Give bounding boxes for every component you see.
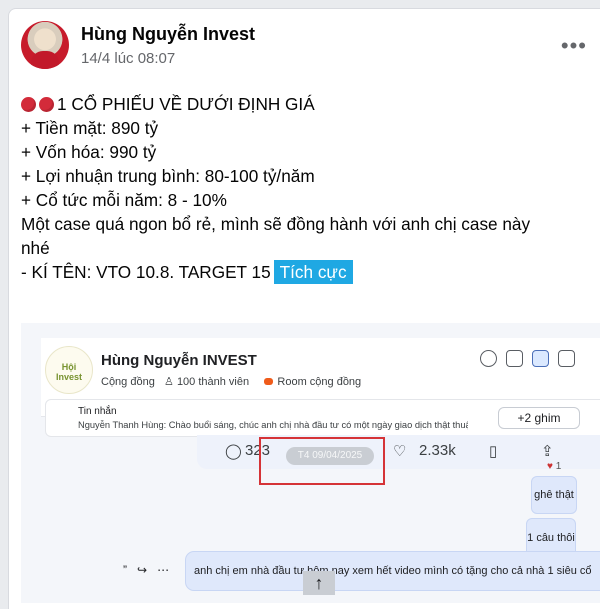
video-icon[interactable]: [506, 350, 523, 368]
post-card: Hùng Nguyễn Invest 14/4 lúc 08:07 ••• 1 …: [8, 8, 600, 609]
content-line: + Lợi nhuận trung bình: 80-100 tỷ/năm: [21, 166, 315, 186]
attached-screenshot[interactable]: Hùng Nguyễn INVEST Cộng đồng ♙ 100 thành…: [21, 323, 600, 603]
community-label: Cộng đồng: [101, 376, 155, 388]
group-title: Hùng Nguyễn INVEST: [101, 352, 257, 369]
content-line: nhé: [21, 238, 50, 258]
room-icon: [264, 378, 274, 385]
reaction-count: 1: [555, 461, 562, 472]
avatar[interactable]: [21, 21, 69, 69]
bookmark-icon[interactable]: ▯: [489, 442, 497, 460]
content-line: + Cổ tức mỗi năm: 8 - 10%: [21, 190, 227, 210]
more-options-icon[interactable]: •••: [561, 33, 587, 59]
content-line: + Vốn hóa: 990 tỷ: [21, 142, 157, 162]
post-header: Hùng Nguyễn Invest 14/4 lúc 08:07 •••: [21, 21, 586, 81]
more-icon[interactable]: ⋯: [157, 563, 179, 577]
post-timestamp[interactable]: 14/4 lúc 08:07: [81, 50, 175, 67]
sentiment-tag[interactable]: Tích cực: [273, 260, 353, 284]
forward-icon[interactable]: ↪: [137, 563, 157, 577]
signature-text: - KÍ TÊN: VTO 10.8. TARGET 15: [21, 262, 271, 282]
like-count: 2.33k: [419, 442, 456, 459]
room-label: Room cộng đồng: [277, 376, 362, 388]
pinned-message-bar[interactable]: Tin nhắn Nguyễn Thanh Hùng: Chào buổi sá…: [45, 399, 600, 437]
heart-icon[interactable]: ♡: [393, 442, 406, 460]
red-circle-icon: [39, 97, 54, 112]
signature-line: - KÍ TÊN: VTO 10.8. TARGET 15 Tích cực: [21, 260, 581, 284]
members-icon: ♙: [164, 376, 174, 388]
message-tools: ”↪⋯: [123, 563, 179, 577]
message-bubble[interactable]: anh chị em nhà đầu tư hôm nay xem hết vi…: [185, 551, 600, 591]
pinned-label: Tin nhắn: [78, 406, 117, 417]
group-logo: [45, 346, 93, 394]
post-content: 1 CỔ PHIẾU VỀ DƯỚI ĐỊNH GIÁ + Tiền mặt: …: [21, 92, 581, 284]
upload-icon[interactable]: ⇪: [541, 442, 554, 460]
message-actions: ◯ 323 → ♡ 2.33k ▯ ⇪: [197, 435, 600, 469]
pinned-text: Nguyễn Thanh Hùng: Chào buổi sáng, chúc …: [78, 420, 468, 430]
content-line: + Tiền mặt: 890 tỷ: [21, 118, 159, 138]
headline-line: 1 CỔ PHIẾU VỀ DƯỚI ĐỊNH GIÁ: [21, 92, 581, 116]
search-icon[interactable]: [532, 350, 549, 368]
scroll-up-button[interactable]: ↑: [303, 571, 335, 595]
people-icon[interactable]: [480, 350, 497, 368]
comment-icon[interactable]: ◯: [225, 442, 242, 460]
headline-text: 1 CỔ PHIẾU VỀ DƯỚI ĐỊNH GIÁ: [57, 94, 315, 114]
member-count: 100 thành viên: [176, 376, 250, 388]
content-line: Một case quá ngon bổ rẻ, mình sẽ đồng hà…: [21, 214, 531, 234]
quote-icon[interactable]: ”: [123, 563, 137, 577]
pin-count-button[interactable]: +2 ghim: [498, 407, 580, 429]
group-subtitle: Cộng đồng ♙ 100 thành viên Room cộng đồn…: [101, 375, 361, 388]
red-circle-icon: [21, 97, 36, 112]
sidebar-icon[interactable]: [558, 350, 575, 368]
author-name[interactable]: Hùng Nguyễn Invest: [81, 24, 255, 45]
heart-reaction-icon: ♥ 1: [547, 461, 562, 472]
message-bubble[interactable]: ghê thật: [531, 476, 577, 514]
highlight-box: [259, 437, 385, 485]
group-toolbar: [471, 350, 591, 380]
